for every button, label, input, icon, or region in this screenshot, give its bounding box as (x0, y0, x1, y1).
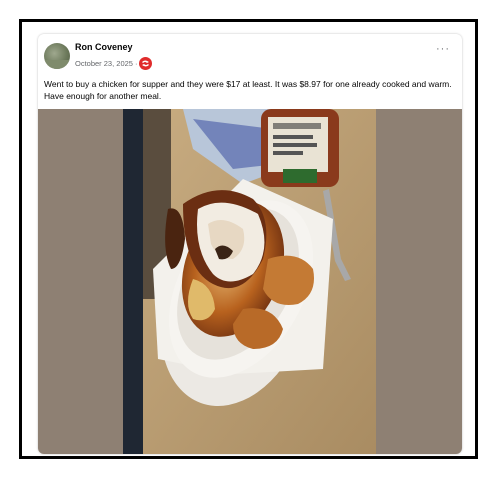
more-options-button[interactable]: ··· (436, 44, 450, 55)
post-text: Went to buy a chicken for supper and the… (44, 79, 452, 101)
post-meta: October 23, 2025 · (75, 56, 153, 70)
post-date[interactable]: October 23, 2025 (75, 59, 133, 68)
post-photo[interactable] (38, 109, 462, 454)
chicken-photo (123, 109, 376, 454)
author-name[interactable]: Ron Coveney (75, 42, 133, 52)
privacy-icon (139, 56, 153, 70)
avatar[interactable] (44, 43, 70, 69)
post-card: Ron Coveney October 23, 2025 · ··· Went … (38, 34, 462, 454)
meta-separator: · (134, 58, 138, 68)
